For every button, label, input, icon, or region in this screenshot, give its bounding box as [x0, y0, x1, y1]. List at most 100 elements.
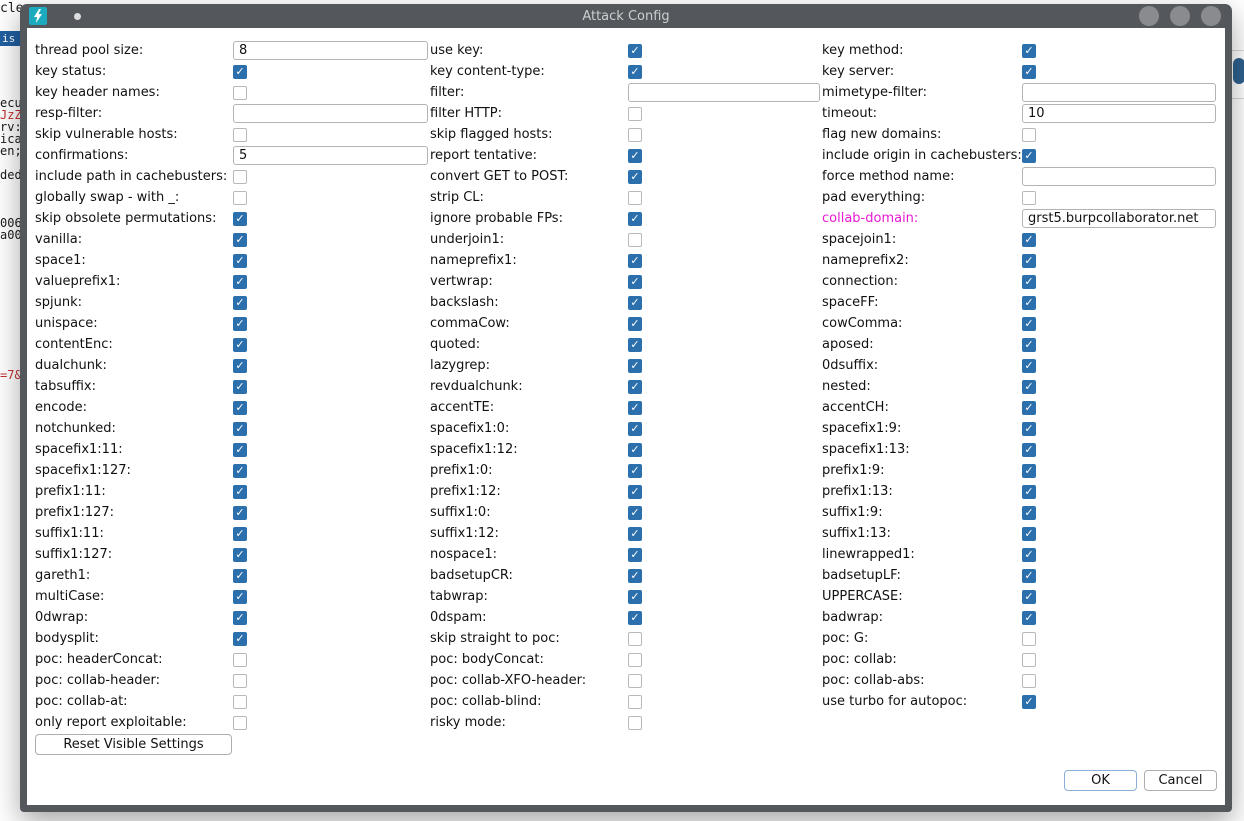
checkbox-filter-http[interactable]	[628, 107, 642, 121]
checkbox-revdualchunk[interactable]: ✓	[628, 380, 642, 394]
checkbox-risky-mode[interactable]	[628, 716, 642, 730]
checkbox-spaceff[interactable]: ✓	[1022, 296, 1036, 310]
checkbox-tabwrap[interactable]: ✓	[628, 590, 642, 604]
checkbox-valueprefix1[interactable]: ✓	[233, 275, 247, 289]
checkbox-accentch[interactable]: ✓	[1022, 401, 1036, 415]
checkbox-linewrapped1[interactable]: ✓	[1022, 548, 1036, 562]
checkbox-nospace1[interactable]: ✓	[628, 548, 642, 562]
checkbox-backslash[interactable]: ✓	[628, 296, 642, 310]
checkbox-0dspam[interactable]: ✓	[628, 611, 642, 625]
checkbox-spacefix1-127[interactable]: ✓	[233, 464, 247, 478]
checkbox-spjunk[interactable]: ✓	[233, 296, 247, 310]
checkbox-connection[interactable]: ✓	[1022, 275, 1036, 289]
checkbox-key-content-type[interactable]: ✓	[628, 65, 642, 79]
checkbox-key-header-names[interactable]	[233, 86, 247, 100]
checkbox-spacefix1-0[interactable]: ✓	[628, 422, 642, 436]
checkbox-key-status[interactable]: ✓	[233, 65, 247, 79]
checkbox-skip-flagged-hosts[interactable]	[628, 128, 642, 142]
checkbox-prefix1-11[interactable]: ✓	[233, 485, 247, 499]
checkbox-prefix1-9[interactable]: ✓	[1022, 464, 1036, 478]
checkbox-poc-collab-header[interactable]	[233, 674, 247, 688]
checkbox-dualchunk[interactable]: ✓	[233, 359, 247, 373]
input-resp-filter[interactable]	[233, 104, 428, 123]
input-thread-pool-size[interactable]	[233, 41, 428, 60]
checkbox-poc-collab-abs[interactable]	[1022, 674, 1036, 688]
checkbox-commacow[interactable]: ✓	[628, 317, 642, 331]
checkbox-strip-cl[interactable]	[628, 191, 642, 205]
checkbox-skip-straight-to-poc[interactable]	[628, 632, 642, 646]
checkbox-include-path-in-cachebusters[interactable]	[233, 170, 247, 184]
checkbox-poc-headerconcat[interactable]	[233, 653, 247, 667]
checkbox-contentenc[interactable]: ✓	[233, 338, 247, 352]
checkbox-suffix1-9[interactable]: ✓	[1022, 506, 1036, 520]
checkbox-spacefix1-12[interactable]: ✓	[628, 443, 642, 457]
checkbox-report-tentative[interactable]: ✓	[628, 149, 642, 163]
checkbox-poc-collab-xfo-header[interactable]	[628, 674, 642, 688]
checkbox-include-origin-in-cachebusters[interactable]: ✓	[1022, 149, 1036, 163]
checkbox-space1[interactable]: ✓	[233, 254, 247, 268]
checkbox-ignore-probable-fps[interactable]: ✓	[628, 212, 642, 226]
checkbox-flag-new-domains[interactable]	[1022, 128, 1036, 142]
checkbox-suffix1-13[interactable]: ✓	[1022, 527, 1036, 541]
checkbox-badsetupcr[interactable]: ✓	[628, 569, 642, 583]
checkbox-prefix1-13[interactable]: ✓	[1022, 485, 1036, 499]
checkbox-use-key[interactable]: ✓	[628, 44, 642, 58]
checkbox-poc-bodyconcat[interactable]	[628, 653, 642, 667]
ok-button[interactable]: OK	[1064, 770, 1137, 791]
input-confirmations[interactable]	[233, 146, 428, 165]
input-filter[interactable]	[628, 83, 820, 102]
checkbox-encode[interactable]: ✓	[233, 401, 247, 415]
checkbox-spacefix1-13[interactable]: ✓	[1022, 443, 1036, 457]
checkbox-badsetuplf[interactable]: ✓	[1022, 569, 1036, 583]
cancel-button[interactable]: Cancel	[1144, 770, 1217, 791]
checkbox-nameprefix1[interactable]: ✓	[628, 254, 642, 268]
checkbox-spacefix1-11[interactable]: ✓	[233, 443, 247, 457]
minimize-button[interactable]	[1139, 6, 1159, 26]
checkbox-gareth1[interactable]: ✓	[233, 569, 247, 583]
checkbox-nameprefix2[interactable]: ✓	[1022, 254, 1036, 268]
checkbox-nested[interactable]: ✓	[1022, 380, 1036, 394]
checkbox-unispace[interactable]: ✓	[233, 317, 247, 331]
checkbox-suffix1-11[interactable]: ✓	[233, 527, 247, 541]
checkbox-poc-collab-blind[interactable]	[628, 695, 642, 709]
reset-visible-settings-button[interactable]: Reset Visible Settings	[35, 734, 232, 755]
checkbox-prefix1-0[interactable]: ✓	[628, 464, 642, 478]
maximize-button[interactable]	[1170, 6, 1190, 26]
checkbox-suffix1-12[interactable]: ✓	[628, 527, 642, 541]
checkbox-multicase[interactable]: ✓	[233, 590, 247, 604]
input-timeout[interactable]	[1022, 104, 1216, 123]
checkbox-skip-obsolete-permutations[interactable]: ✓	[233, 212, 247, 226]
close-button[interactable]	[1201, 6, 1221, 26]
checkbox-only-report-exploitable[interactable]	[233, 716, 247, 730]
checkbox-suffix1-0[interactable]: ✓	[628, 506, 642, 520]
checkbox-0dwrap[interactable]: ✓	[233, 611, 247, 625]
checkbox-lazygrep[interactable]: ✓	[628, 359, 642, 373]
checkbox-use-turbo-for-autopoc[interactable]: ✓	[1022, 695, 1036, 709]
input-collab-domain[interactable]	[1022, 209, 1216, 228]
checkbox-aposed[interactable]: ✓	[1022, 338, 1036, 352]
checkbox-0dsuffix[interactable]: ✓	[1022, 359, 1036, 373]
checkbox-underjoin1[interactable]	[628, 233, 642, 247]
checkbox-badwrap[interactable]: ✓	[1022, 611, 1036, 625]
checkbox-vertwrap[interactable]: ✓	[628, 275, 642, 289]
checkbox-poc-collab[interactable]	[1022, 653, 1036, 667]
checkbox-notchunked[interactable]: ✓	[233, 422, 247, 436]
checkbox-suffix1-127[interactable]: ✓	[233, 548, 247, 562]
checkbox-prefix1-12[interactable]: ✓	[628, 485, 642, 499]
checkbox-key-server[interactable]: ✓	[1022, 65, 1036, 79]
checkbox-quoted[interactable]: ✓	[628, 338, 642, 352]
checkbox-cowcomma[interactable]: ✓	[1022, 317, 1036, 331]
checkbox-key-method[interactable]: ✓	[1022, 44, 1036, 58]
checkbox-skip-vulnerable-hosts[interactable]	[233, 128, 247, 142]
checkbox-uppercase[interactable]: ✓	[1022, 590, 1036, 604]
checkbox-tabsuffix[interactable]: ✓	[233, 380, 247, 394]
checkbox-poc-g[interactable]	[1022, 632, 1036, 646]
checkbox-pad-everything[interactable]	[1022, 191, 1036, 205]
input-mimetype-filter[interactable]	[1022, 83, 1216, 102]
checkbox-globally-swap-with[interactable]	[233, 191, 247, 205]
titlebar[interactable]: Attack Config	[20, 4, 1232, 28]
checkbox-poc-collab-at[interactable]	[233, 695, 247, 709]
checkbox-bodysplit[interactable]: ✓	[233, 632, 247, 646]
checkbox-vanilla[interactable]: ✓	[233, 233, 247, 247]
checkbox-spacejoin1[interactable]: ✓	[1022, 233, 1036, 247]
